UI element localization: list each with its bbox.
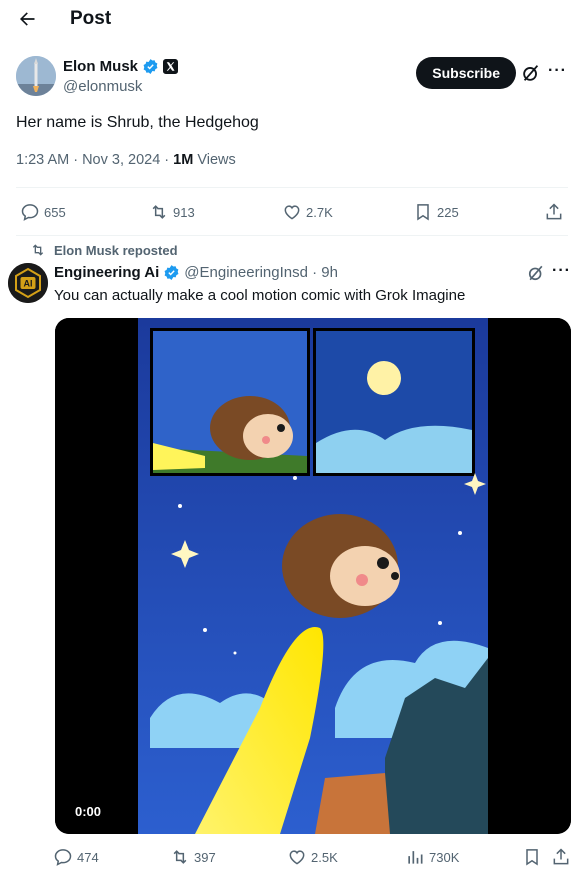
like-icon xyxy=(289,850,305,865)
divider xyxy=(16,187,568,188)
post-text: Her name is Shrub, the Hedgehog xyxy=(16,114,259,131)
quoted-views-button[interactable]: 730K xyxy=(405,847,459,867)
post-timestamp[interactable]: 1:23 AM · Nov 3, 2024 · xyxy=(16,152,173,168)
author-name[interactable]: Elon Musk xyxy=(63,58,138,75)
share-icon xyxy=(553,848,569,865)
back-button[interactable] xyxy=(12,4,42,34)
repost-icon xyxy=(173,850,187,864)
reply-icon xyxy=(21,204,39,221)
quoted-repost-button[interactable]: 397 xyxy=(170,847,216,867)
views-label: Views xyxy=(193,152,236,168)
video-player[interactable]: 0:00 xyxy=(55,318,571,834)
avatar[interactable] xyxy=(16,56,56,96)
quoted-bookmark-button[interactable] xyxy=(522,847,542,867)
more-icon[interactable]: ··· xyxy=(548,62,568,84)
post-author-row: Elon Musk @elonmusk Subscribe ··· xyxy=(16,56,568,98)
quoted-like-button[interactable]: 2.5K xyxy=(287,847,338,867)
grok-icon xyxy=(523,65,539,81)
quoted-share-button[interactable] xyxy=(551,847,571,867)
x-logo-icon xyxy=(163,59,179,74)
repost-note: Elon Musk reposted xyxy=(30,242,178,258)
quoted-grok-button[interactable] xyxy=(526,263,546,283)
post-meta: 1:23 AM · Nov 3, 2024 · 1M Views xyxy=(16,152,236,168)
verified-badge-icon xyxy=(143,59,158,74)
like-button[interactable]: 2.7K xyxy=(282,202,333,222)
repost-count: 913 xyxy=(173,204,195,220)
repost-note-text[interactable]: Elon Musk reposted xyxy=(54,243,178,258)
quoted-repost-count: 397 xyxy=(194,849,216,865)
quoted-reply-button[interactable]: 474 xyxy=(53,847,99,867)
grok-icon xyxy=(528,265,543,281)
video-frame xyxy=(55,318,571,834)
grok-button[interactable] xyxy=(520,62,542,84)
bookmark-button[interactable]: 225 xyxy=(413,202,459,222)
more-icon[interactable]: ··· xyxy=(552,262,571,280)
reply-button[interactable]: 655 xyxy=(20,202,66,222)
reply-count: 655 xyxy=(44,204,66,220)
quoted-author-handle[interactable]: @EngineeringInsd · 9h xyxy=(184,264,338,281)
like-count: 2.7K xyxy=(306,204,333,220)
subscribe-button[interactable]: Subscribe xyxy=(416,57,516,89)
verified-badge-icon xyxy=(164,265,179,280)
views-count: 1M xyxy=(173,152,194,168)
quoted-author-name[interactable]: Engineering Ai xyxy=(54,264,159,281)
post-actions-bar: 655 913 2.7K 225 xyxy=(16,200,568,224)
quoted-reply-count: 474 xyxy=(77,849,99,865)
back-arrow-icon xyxy=(20,12,35,26)
quoted-header: Engineering Ai @EngineeringInsd · 9h xyxy=(54,264,338,281)
share-icon xyxy=(546,203,562,220)
quoted-views-count: 730K xyxy=(429,849,460,865)
views-icon xyxy=(408,851,423,864)
repost-icon xyxy=(152,205,166,219)
repost-icon xyxy=(32,244,44,256)
divider xyxy=(16,235,568,236)
bookmark-icon xyxy=(417,204,429,221)
author-name-row: Elon Musk xyxy=(63,58,179,75)
bookmark-count: 225 xyxy=(437,204,459,220)
like-icon xyxy=(284,205,300,220)
repost-button[interactable]: 913 xyxy=(149,202,195,222)
bookmark-icon xyxy=(526,849,538,866)
quoted-like-count: 2.5K xyxy=(311,849,338,865)
quoted-avatar[interactable]: AI xyxy=(8,263,48,303)
page-title: Post xyxy=(70,8,112,29)
video-time: 0:00 xyxy=(75,804,102,819)
reply-icon xyxy=(54,849,72,866)
top-bar: Post xyxy=(0,0,584,38)
quoted-text: You can actually make a cool motion comi… xyxy=(54,287,466,304)
author-handle[interactable]: @elonmusk xyxy=(63,78,142,95)
share-button[interactable] xyxy=(544,202,564,222)
quoted-avatar-text: AI xyxy=(24,279,33,289)
